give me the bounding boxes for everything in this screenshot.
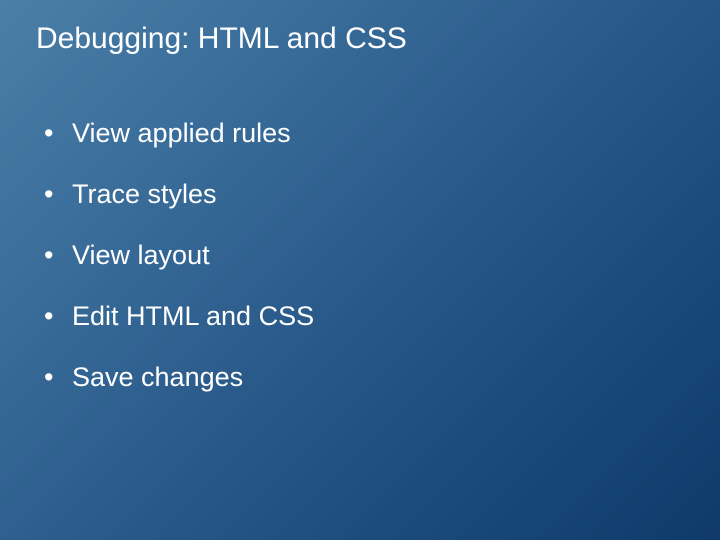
slide-title: Debugging: HTML and CSS	[30, 22, 690, 56]
bullet-item: Save changes	[44, 360, 690, 395]
slide-container: Debugging: HTML and CSS View applied rul…	[0, 0, 720, 540]
bullet-list: View applied rules Trace styles View lay…	[30, 116, 690, 395]
bullet-item: View layout	[44, 238, 690, 273]
bullet-item: Trace styles	[44, 177, 690, 212]
bullet-item: Edit HTML and CSS	[44, 299, 690, 334]
bullet-item: View applied rules	[44, 116, 690, 151]
